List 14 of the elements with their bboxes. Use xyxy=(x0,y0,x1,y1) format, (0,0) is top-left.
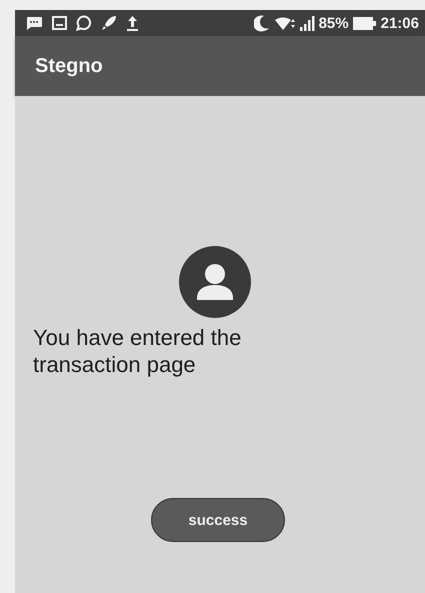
success-button[interactable]: success xyxy=(151,498,285,542)
chat-bubble-icon xyxy=(76,15,92,31)
message-text: You have entered the transaction page xyxy=(33,324,242,378)
app-title: Stegno xyxy=(35,54,103,78)
upload-icon xyxy=(126,15,139,31)
wifi-icon xyxy=(274,15,296,31)
battery-percentage: 85% xyxy=(318,14,349,32)
message-icon xyxy=(25,16,43,30)
signal-icon xyxy=(300,16,315,30)
avatar-icon xyxy=(179,246,251,318)
battery-icon xyxy=(352,16,377,30)
image-icon xyxy=(52,16,67,30)
moon-icon xyxy=(254,14,270,32)
clock-time: 21:06 xyxy=(380,14,419,32)
